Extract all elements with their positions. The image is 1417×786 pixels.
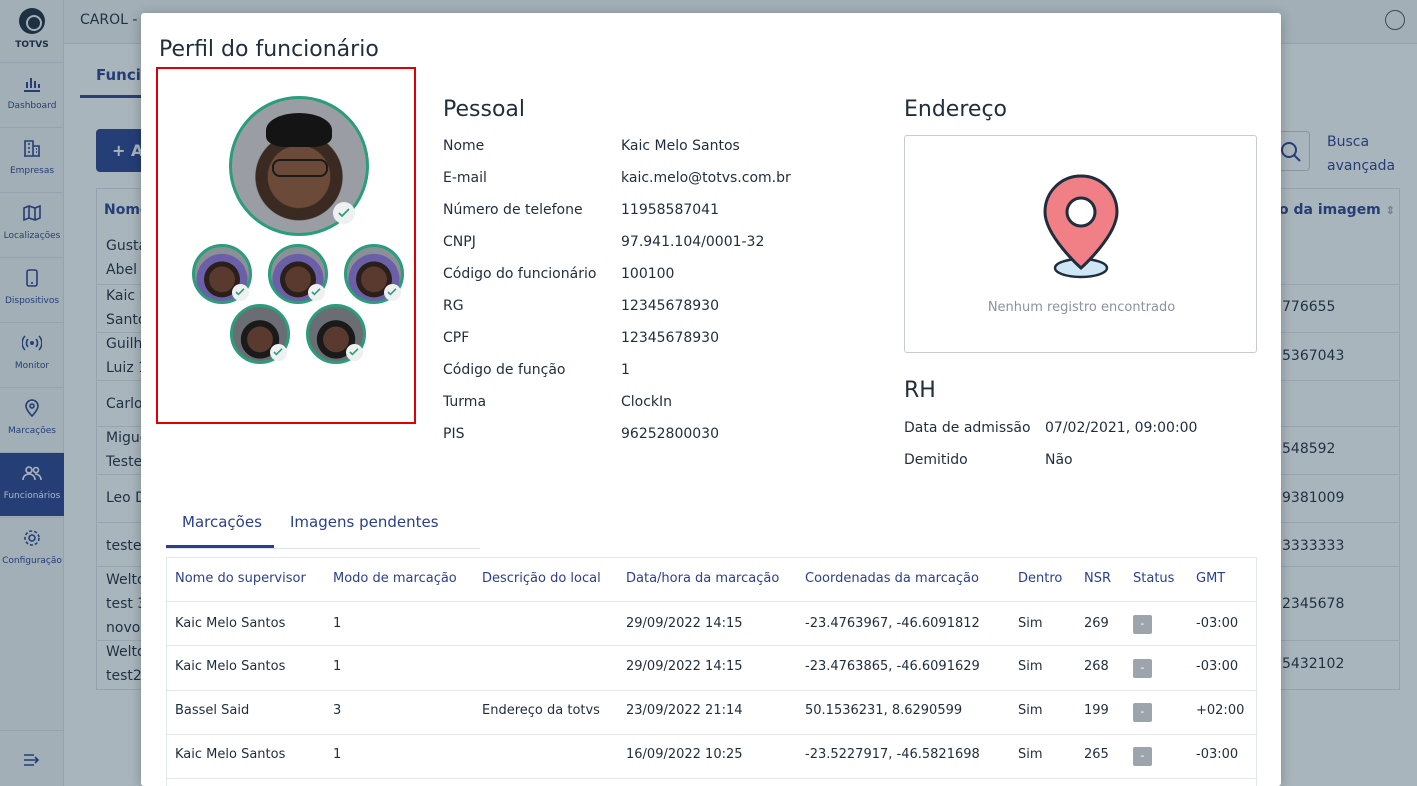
table-cell: 1 bbox=[333, 616, 342, 631]
table-cell: Sim bbox=[1018, 616, 1043, 631]
field-value: 97.941.104/0001-32 bbox=[621, 234, 765, 250]
row-divider bbox=[166, 645, 1257, 646]
field-label: E-mail bbox=[443, 170, 487, 186]
table-cell: -23.4763865, -46.6091629 bbox=[805, 659, 980, 674]
empty-state-text: Nenhum registro encontrado bbox=[987, 300, 1176, 315]
field-value: 12345678930 bbox=[621, 298, 719, 314]
verified-check-icon bbox=[333, 202, 355, 224]
table-cell: -03:00 bbox=[1196, 659, 1239, 674]
field-label: Data de admissão bbox=[904, 420, 1031, 436]
verified-check-icon bbox=[308, 284, 325, 301]
status-badge: - bbox=[1133, 615, 1152, 634]
verified-check-icon bbox=[232, 284, 249, 301]
column-header[interactable]: Status bbox=[1133, 571, 1174, 586]
section-title-rh: RH bbox=[904, 378, 936, 403]
employee-profile-modal: Perfil do funcionário Pessoal Nome Kaic … bbox=[141, 13, 1281, 786]
table-cell: 16/09/2022 10:25 bbox=[626, 747, 743, 762]
table-cell: Endereço da totvs bbox=[482, 703, 600, 718]
table-cell: Sim bbox=[1018, 747, 1043, 762]
field-label: CNPJ bbox=[443, 234, 476, 250]
verified-check-icon bbox=[384, 284, 401, 301]
modal-title: Perfil do funcionário bbox=[159, 37, 379, 62]
table-cell: -03:00 bbox=[1196, 747, 1239, 762]
column-header[interactable]: Data/hora da marcação bbox=[626, 571, 779, 586]
section-title-endereco: Endereço bbox=[904, 97, 1007, 122]
table-cell: 29/09/2022 14:15 bbox=[626, 616, 743, 631]
field-label: CPF bbox=[443, 330, 470, 346]
table-cell: Sim bbox=[1018, 703, 1043, 718]
field-value: ClockIn bbox=[621, 394, 673, 410]
table-cell: +02:00 bbox=[1196, 703, 1245, 718]
table-cell: Bassel Said bbox=[175, 703, 250, 718]
table-cell: 50.1536231, 8.6290599 bbox=[805, 703, 963, 718]
field-value: kaic.melo@totvs.com.br bbox=[621, 170, 791, 186]
address-map-box: Nenhum registro encontrado bbox=[904, 135, 1257, 353]
field-value: Não bbox=[1045, 452, 1073, 468]
column-header[interactable]: Modo de marcação bbox=[333, 571, 457, 586]
field-value: 100100 bbox=[621, 266, 675, 282]
active-tab-indicator bbox=[166, 545, 274, 548]
status-badge: - bbox=[1133, 659, 1152, 678]
map-pin-icon bbox=[1043, 174, 1119, 279]
field-value: 96252800030 bbox=[621, 426, 719, 442]
row-divider bbox=[166, 690, 1257, 691]
tab-marcacoes[interactable]: Marcações bbox=[182, 513, 262, 531]
table-cell: 268 bbox=[1084, 659, 1109, 674]
table-cell: Sim bbox=[1018, 659, 1043, 674]
verified-check-icon bbox=[346, 344, 363, 361]
tab-imagens-pendentes[interactable]: Imagens pendentes bbox=[290, 513, 439, 531]
row-divider bbox=[166, 734, 1257, 735]
field-label: PIS bbox=[443, 426, 465, 442]
field-label: Número de telefone bbox=[443, 202, 583, 218]
row-divider bbox=[166, 778, 1257, 779]
column-header[interactable]: GMT bbox=[1196, 571, 1225, 586]
column-header[interactable]: Dentro bbox=[1018, 571, 1062, 586]
column-header[interactable]: Descrição do local bbox=[482, 571, 601, 586]
table-cell: Kaic Melo Santos bbox=[175, 616, 286, 631]
table-cell: 265 bbox=[1084, 747, 1109, 762]
table-cell: 23/09/2022 21:14 bbox=[626, 703, 743, 718]
row-divider bbox=[166, 601, 1257, 602]
table-cell: 1 bbox=[333, 747, 342, 762]
table-cell: 269 bbox=[1084, 616, 1109, 631]
section-title-pessoal: Pessoal bbox=[443, 97, 525, 122]
table-cell: Kaic Melo Santos bbox=[175, 659, 286, 674]
tabs-divider bbox=[166, 548, 480, 549]
table-cell: -03:00 bbox=[1196, 616, 1239, 631]
table-cell: 29/09/2022 14:15 bbox=[626, 659, 743, 674]
table-cell: 1 bbox=[333, 659, 342, 674]
table-cell: 199 bbox=[1084, 703, 1109, 718]
field-label: Nome bbox=[443, 138, 485, 154]
column-header[interactable]: NSR bbox=[1084, 571, 1111, 586]
field-label: Turma bbox=[443, 394, 487, 410]
field-value: 12345678930 bbox=[621, 330, 719, 346]
status-badge: - bbox=[1133, 747, 1152, 766]
field-value: 11958587041 bbox=[621, 202, 719, 218]
verified-check-icon bbox=[270, 344, 287, 361]
column-header[interactable]: Nome do supervisor bbox=[175, 571, 306, 586]
field-label: Código de função bbox=[443, 362, 566, 378]
photo-glasses bbox=[272, 159, 328, 177]
table-cell: -23.5227917, -46.5821698 bbox=[805, 747, 980, 762]
field-value: Kaic Melo Santos bbox=[621, 138, 740, 154]
photo-hair bbox=[266, 113, 332, 147]
photos-highlight-frame bbox=[156, 67, 416, 424]
column-header[interactable]: Coordenadas da marcação bbox=[805, 571, 979, 586]
status-badge: - bbox=[1133, 703, 1152, 722]
field-label: RG bbox=[443, 298, 464, 314]
field-value: 07/02/2021, 09:00:00 bbox=[1045, 420, 1198, 436]
table-cell: -23.4763967, -46.6091812 bbox=[805, 616, 980, 631]
field-label: Código do funcionário bbox=[443, 266, 597, 282]
table-cell: Kaic Melo Santos bbox=[175, 747, 286, 762]
field-value: 1 bbox=[621, 362, 630, 378]
field-label: Demitido bbox=[904, 452, 968, 468]
table-cell: 3 bbox=[333, 703, 342, 718]
